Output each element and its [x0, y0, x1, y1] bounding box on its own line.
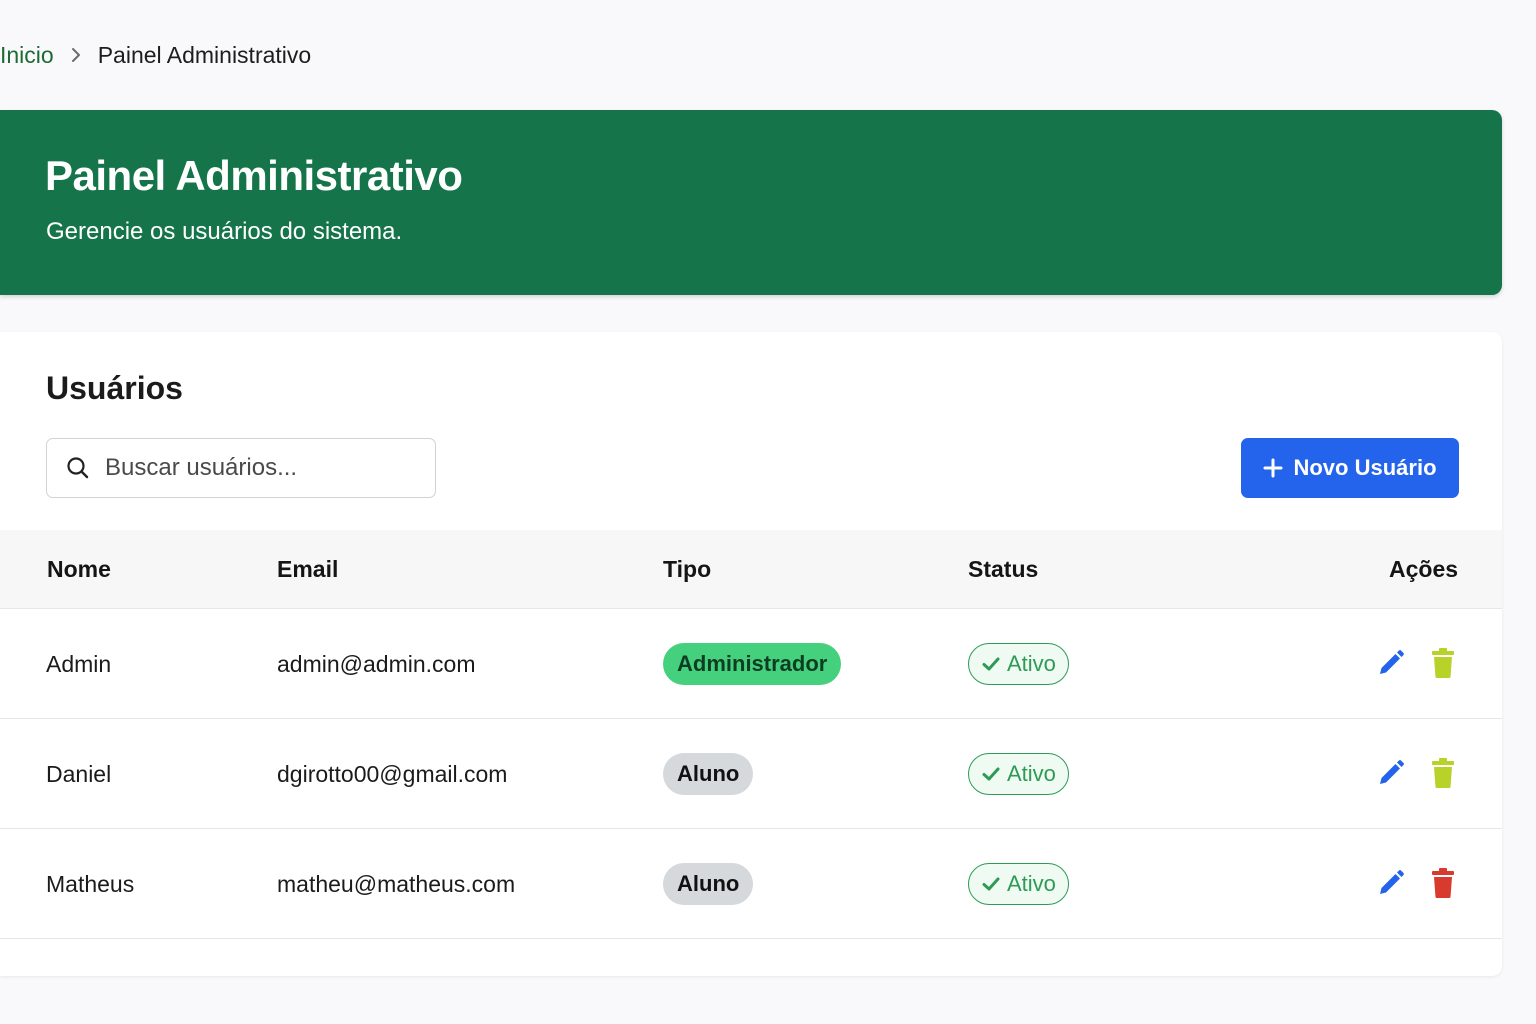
user-email: dgirotto00@gmail.com [277, 761, 508, 787]
page-subtitle: Gerencie os usuários do sistema. [46, 218, 403, 245]
user-name: Matheus [46, 871, 135, 897]
status-label: Ativo [1007, 761, 1056, 786]
new-user-button-label: Novo Usuário [1293, 455, 1437, 480]
type-badge: Aluno [663, 863, 754, 905]
breadcrumb: Inicio Painel Administrativo [0, 40, 311, 70]
pencil-icon [1376, 868, 1406, 898]
status-label: Ativo [1007, 651, 1056, 676]
status-label: Ativo [1007, 871, 1056, 896]
user-name: Admin [46, 651, 112, 677]
status-badge: Ativo [968, 643, 1069, 685]
plus-icon [1263, 458, 1283, 478]
pencil-icon [1376, 758, 1406, 788]
new-user-button[interactable]: Novo Usuário [1241, 438, 1459, 498]
status-badge: Ativo [968, 753, 1069, 795]
trash-icon [1430, 757, 1456, 789]
user-name: Daniel [46, 761, 112, 787]
user-email: matheu@matheus.com [277, 871, 516, 897]
type-badge: Administrador [663, 643, 842, 685]
user-email: admin@admin.com [277, 651, 476, 677]
column-header-name[interactable]: Nome [47, 556, 111, 583]
trash-icon [1430, 867, 1456, 899]
delete-button[interactable] [1428, 647, 1458, 679]
chevron-right-icon [54, 46, 98, 64]
search-box[interactable] [46, 438, 436, 498]
trash-icon [1430, 647, 1456, 679]
breadcrumb-current: Painel Administrativo [97, 41, 312, 68]
page-title: Painel Administrativo [45, 152, 463, 199]
table-header [0, 530, 1502, 609]
check-icon [981, 874, 1001, 894]
search-input[interactable] [105, 454, 405, 482]
delete-button[interactable] [1428, 757, 1458, 789]
check-icon [981, 764, 1001, 784]
search-icon [65, 455, 91, 481]
delete-button[interactable] [1428, 867, 1458, 899]
hero-banner [0, 110, 1502, 295]
status-badge: Ativo [968, 863, 1069, 905]
pencil-icon [1376, 648, 1406, 678]
edit-button[interactable] [1376, 867, 1406, 899]
column-header-status[interactable]: Status [968, 556, 1038, 583]
column-header-type[interactable]: Tipo [663, 556, 711, 583]
users-card-title: Usuários [46, 370, 183, 406]
edit-button[interactable] [1376, 757, 1406, 789]
column-header-email[interactable]: Email [277, 556, 338, 583]
check-icon [981, 654, 1001, 674]
column-header-actions: Ações [1389, 556, 1459, 582]
edit-button[interactable] [1376, 647, 1406, 679]
breadcrumb-home-link[interactable]: Inicio [0, 42, 54, 69]
type-badge: Aluno [663, 753, 754, 795]
